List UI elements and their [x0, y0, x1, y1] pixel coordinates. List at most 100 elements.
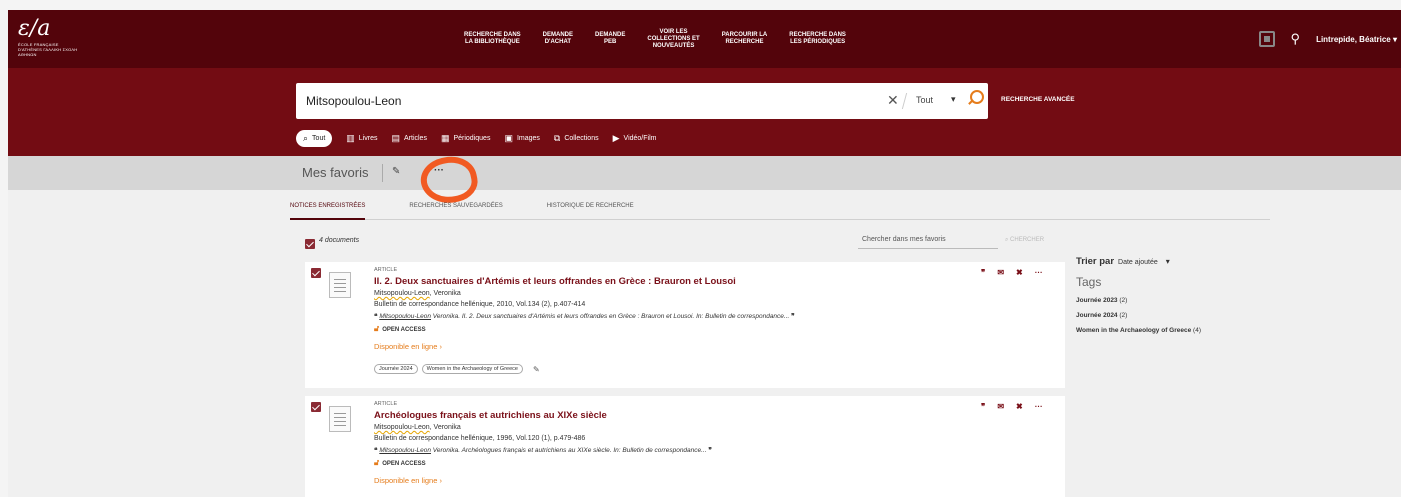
open-access-badge: 🔓︎ OPEN ACCESS	[374, 324, 426, 334]
author-rest: , Veronika	[429, 424, 461, 431]
nav-parcourir[interactable]: PARCOURIR LA RECHERCHE	[722, 32, 768, 46]
result-citation: ❝ Mitsopoulou-Leon Veronika. II. 2. Deux…	[374, 312, 795, 320]
more-icon[interactable]: ···	[1035, 402, 1043, 411]
sort-value: Date ajoutée	[1118, 259, 1158, 266]
scope-select[interactable]: Tout	[916, 95, 933, 105]
tag-filter[interactable]: Journée 2024 (2)	[1076, 312, 1296, 319]
logo[interactable]: ε/a ÉCOLE FRANÇAISE D'ATHÈNES ΓΑΛΛΙΚΗ ΣΧ…	[18, 18, 78, 58]
unpin-icon[interactable]: ✖	[1016, 268, 1023, 277]
tab-periodiques[interactable]: ▦ Périodiques	[441, 133, 490, 144]
unpin-icon[interactable]: ✖	[1016, 402, 1023, 411]
nav-label: D'ACHAT	[544, 39, 571, 45]
result-author[interactable]: Mitsopoulou-Leon, Veronika	[374, 424, 461, 431]
nav-label: LA BIBLIOTHÈQUE	[464, 39, 520, 45]
nav-label: RECHERCHE DANS	[789, 32, 846, 38]
qr-code-icon[interactable]	[1258, 31, 1275, 47]
article-icon: ▤	[391, 133, 400, 143]
nav-recherche-bibliotheque[interactable]: RECHERCHE DANS LA BIBLIOTHÈQUE	[464, 32, 521, 46]
item-checkbox[interactable]	[311, 402, 321, 412]
document-count: 4 documents	[319, 237, 360, 244]
main-nav: RECHERCHE DANS LA BIBLIOTHÈQUE DEMANDE D…	[464, 10, 846, 68]
tab-label: Vidéo/Film	[623, 135, 657, 142]
nav-demande-peb[interactable]: DEMANDE PEB	[595, 32, 625, 46]
advanced-search-link[interactable]: RECHERCHE AVANCÉE	[1001, 96, 1075, 103]
pencil-icon[interactable]: ✎	[392, 166, 400, 177]
result-citation: ❝ Mitsopoulou-Leon Veronika. Archéologue…	[374, 446, 712, 454]
result-author[interactable]: Mitsopoulou-Leon, Veronika	[374, 290, 461, 297]
search-icon[interactable]: ⚲	[1291, 31, 1301, 47]
page-title: Mes favoris	[302, 165, 369, 180]
cite-icon[interactable]: ❞	[981, 402, 985, 411]
search-input[interactable]	[306, 83, 866, 119]
sort-control[interactable]: Trier par Date ajoutée ▾	[1076, 256, 1296, 267]
available-online-link[interactable]: Disponible en ligne ›	[374, 342, 442, 351]
result-card: ARTICLE II. 2. Deux sanctuaires d'Artémi…	[305, 262, 1065, 388]
cite-icon[interactable]: ❞	[981, 268, 985, 277]
tab-label: Collections	[564, 135, 599, 142]
tag-filter[interactable]: Women in the Archaeology of Greece (4)	[1076, 327, 1296, 334]
nav-periodiques[interactable]: RECHERCHE DANS LES PÉRIODIQUES	[789, 32, 846, 46]
chevron-down-icon[interactable]: ▾	[951, 94, 956, 105]
nav-label: NOUVEAUTÉS	[652, 42, 695, 49]
available-online-link[interactable]: Disponible en ligne ›	[374, 476, 442, 485]
nav-demande-achat[interactable]: DEMANDE D'ACHAT	[543, 32, 573, 46]
user-name: Lintrepide, Béatrice	[1316, 34, 1391, 44]
author-name: Mitsopoulou-Leon	[374, 290, 430, 297]
favorites-search-input[interactable]: Chercher dans mes favoris	[858, 236, 998, 249]
nav-label: PARCOURIR LA	[721, 32, 768, 38]
author-name: Mitsopoulou-Leon	[374, 424, 430, 431]
tab-saved-records[interactable]: NOTICES ENREGISTRÉES	[290, 200, 366, 220]
tab-images[interactable]: ▣ Images	[504, 133, 539, 144]
item-actions: ❞ ✉ ✖ ···	[981, 268, 1043, 277]
citation-author: Mitsopoulou-Leon	[379, 447, 431, 454]
tag-pill[interactable]: Women in the Archaeology of Greece	[421, 364, 523, 374]
divider	[382, 164, 383, 182]
select-all-checkbox[interactable]	[305, 239, 315, 249]
image-icon: ▣	[504, 133, 513, 143]
more-icon[interactable]: ···	[434, 165, 444, 176]
tab-livres[interactable]: ▥ Livres	[346, 133, 377, 144]
tab-search-history[interactable]: HISTORIQUE DE RECHERCHE	[547, 200, 634, 220]
favorites-search-button[interactable]: ⌕ CHERCHER	[1005, 237, 1044, 244]
user-menu[interactable]: Lintrepide, Béatrice ▾	[1316, 35, 1397, 44]
tab-video[interactable]: ▶ Vidéo/Film	[613, 133, 657, 144]
document-thumbnail-icon	[329, 406, 351, 432]
nav-label: RECHERCHE	[725, 39, 764, 45]
search-box: ✕ Tout ▾	[296, 83, 988, 119]
nav-label: DEMANDE	[542, 32, 574, 38]
mail-icon[interactable]: ✉	[997, 268, 1004, 277]
mail-icon[interactable]: ✉	[997, 402, 1004, 411]
tag-name: Journée 2023	[1076, 297, 1118, 304]
result-title[interactable]: Archéologues français et autrichiens au …	[374, 410, 607, 421]
journal-icon: ▦	[440, 133, 450, 143]
video-icon: ▶	[612, 133, 620, 143]
item-tags: Journée 2024 Women in the Archaeology of…	[374, 364, 540, 374]
tag-filter[interactable]: Journée 2023 (2)	[1076, 297, 1296, 304]
pencil-icon[interactable]: ✎	[533, 365, 540, 374]
list-header: 4 documents Chercher dans mes favoris ⌕ …	[305, 236, 1065, 250]
tag-pill[interactable]: Journée 2024	[374, 364, 418, 374]
tag-count: (4)	[1193, 327, 1201, 334]
tab-articles[interactable]: ▤ Articles	[391, 133, 426, 144]
divider	[901, 93, 908, 109]
chevron-down-icon: ▾	[1392, 34, 1397, 44]
more-icon[interactable]: ···	[1035, 268, 1043, 277]
quote-close-icon: ❞	[789, 313, 795, 320]
citation-text: Veronika. II. 2. Deux sanctuaires d'Arté…	[431, 313, 790, 320]
logo-subtitle: ÉCOLE FRANÇAISE D'ATHÈNES ΓΑΛΛΙΚΗ ΣΧΟΛΗ …	[18, 42, 78, 57]
collections-icon: ⧉	[553, 133, 561, 143]
item-checkbox[interactable]	[311, 268, 321, 278]
tab-saved-searches[interactable]: RECHERCHES SAUVEGARDÉES	[409, 200, 502, 220]
nav-label: VOIR LES	[659, 28, 688, 35]
tab-label: Articles	[404, 135, 427, 142]
page: ε/a ÉCOLE FRANÇAISE D'ATHÈNES ΓΑΛΛΙΚΗ ΣΧ…	[8, 10, 1401, 497]
item-actions: ❞ ✉ ✖ ···	[981, 402, 1043, 411]
tab-tout[interactable]: ⌕ Tout	[296, 130, 333, 147]
nav-collections[interactable]: VOIR LES COLLECTIONS ET NOUVEAUTÉS	[647, 29, 699, 50]
result-title[interactable]: II. 2. Deux sanctuaires d'Artémis et leu…	[374, 276, 736, 287]
nav-label: LES PÉRIODIQUES	[790, 39, 846, 45]
result-card: ARTICLE Archéologues français et autrich…	[305, 396, 1065, 497]
search-icon[interactable]	[966, 89, 986, 109]
tab-collections[interactable]: ⧉ Collections	[554, 133, 599, 144]
clear-icon[interactable]: ✕	[887, 92, 899, 109]
